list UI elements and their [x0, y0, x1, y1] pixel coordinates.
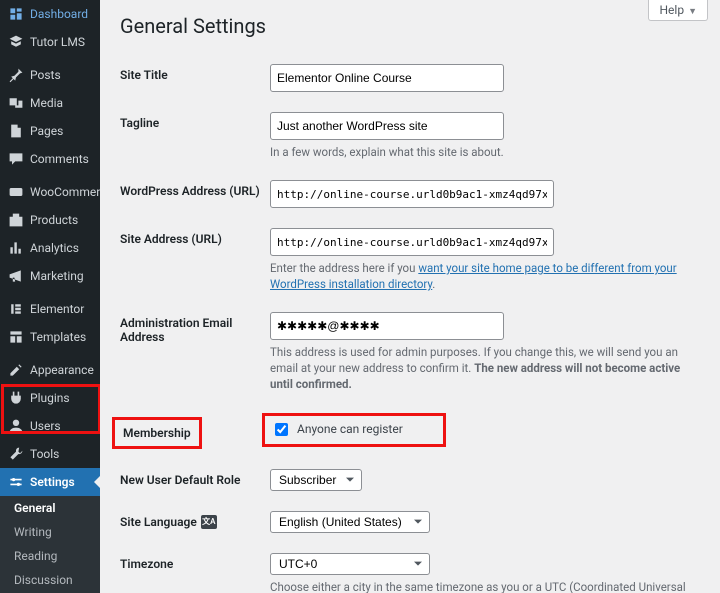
page-icon [8, 123, 24, 139]
help-tab[interactable]: Help ▼ [648, 0, 708, 21]
sidebar-item-label: WooCommerce [30, 185, 100, 199]
sidebar-item-label: Users [30, 419, 61, 433]
media-icon [8, 95, 24, 111]
sidebar-item-templates[interactable]: Templates [0, 323, 100, 351]
marketing-icon [8, 268, 24, 284]
sidebar-item-products[interactable]: Products [0, 206, 100, 234]
sidebar-item-label: Analytics [30, 241, 79, 255]
sidebar-item-elementor[interactable]: Elementor [0, 295, 100, 323]
timezone-select[interactable]: UTC+0 [270, 553, 430, 575]
sidebar-item-label: Appearance [30, 363, 94, 377]
label-wp-url: WordPress Address (URL) [120, 172, 270, 220]
default-role-select[interactable]: Subscriber [270, 469, 362, 491]
dashboard-icon [8, 6, 24, 22]
users-icon [8, 418, 24, 434]
submenu-label: Writing [14, 525, 52, 539]
submenu-label: Discussion [14, 573, 73, 587]
membership-checkbox[interactable] [275, 423, 288, 436]
comment-icon [8, 151, 24, 167]
sidebar-item-media[interactable]: Media [0, 89, 100, 117]
label-site-title: Site Title [120, 56, 270, 104]
label-membership: Membership [123, 426, 191, 440]
sidebar-item-posts[interactable]: Posts [0, 61, 100, 89]
page-title: General Settings [120, 14, 700, 38]
submenu-reading[interactable]: Reading [0, 544, 100, 568]
membership-checkbox-label[interactable]: Anyone can register [271, 420, 403, 439]
sidebar-item-label: Products [30, 213, 78, 227]
content-area: Help ▼ General Settings Site Title Taglin… [100, 0, 720, 593]
sidebar-item-tools[interactable]: Tools [0, 440, 100, 468]
wp-url-input[interactable] [270, 180, 554, 208]
checkbox-text: Anyone can register [297, 422, 403, 436]
sidebar-item-comments[interactable]: Comments [0, 145, 100, 173]
settings-form: Site Title Tagline In a few words, expla… [120, 56, 700, 593]
tagline-input[interactable] [270, 112, 504, 140]
admin-sidebar: Dashboard Tutor LMS Posts Media Pages Co… [0, 0, 100, 593]
site-title-input[interactable] [270, 64, 504, 92]
sidebar-item-analytics[interactable]: Analytics [0, 234, 100, 262]
sidebar-item-label: Tools [30, 447, 59, 461]
sidebar-item-label: Settings [30, 475, 75, 489]
sidebar-item-appearance[interactable]: Appearance [0, 356, 100, 384]
submenu-discussion[interactable]: Discussion [0, 568, 100, 592]
sidebar-item-label: Posts [30, 68, 61, 82]
sidebar-item-label: Templates [30, 330, 86, 344]
tutor-icon [8, 34, 24, 50]
submenu-label: Reading [14, 549, 57, 563]
site-lang-select[interactable]: English (United States) [270, 511, 430, 533]
label-tagline: Tagline [120, 104, 270, 172]
label-text: Site Language [120, 515, 197, 529]
woo-icon [8, 184, 24, 200]
pin-icon [8, 67, 24, 83]
chevron-down-icon: ▼ [688, 7, 697, 17]
site-url-input[interactable] [270, 228, 554, 256]
label-site-url: Site Address (URL) [120, 220, 270, 304]
submenu-writing[interactable]: Writing [0, 520, 100, 544]
sidebar-item-label: Media [30, 96, 63, 110]
templates-icon [8, 329, 24, 345]
sidebar-item-label: Pages [30, 124, 63, 138]
sidebar-item-label: Tutor LMS [30, 35, 85, 49]
sidebar-item-label: Comments [30, 152, 89, 166]
submenu-label: General [14, 501, 55, 515]
desc-text: . [432, 277, 435, 291]
admin-email-input[interactable] [270, 312, 504, 340]
highlight-box-membership-field: Anyone can register [262, 413, 446, 447]
settings-submenu: General Writing Reading Discussion Media… [0, 496, 100, 593]
highlight-box-membership-label: Membership [112, 417, 202, 449]
sidebar-item-users[interactable]: Users [0, 412, 100, 440]
sidebar-item-label: Elementor [30, 302, 84, 316]
label-default-role: New User Default Role [120, 461, 270, 503]
submenu-general[interactable]: General [0, 496, 100, 520]
help-label: Help [659, 3, 684, 17]
tagline-desc: In a few words, explain what this site i… [270, 144, 700, 160]
analytics-icon [8, 240, 24, 256]
elementor-icon [8, 301, 24, 317]
sidebar-item-label: Plugins [30, 391, 70, 405]
plugin-icon [8, 390, 24, 406]
timezone-desc: Choose either a city in the same timezon… [270, 579, 700, 593]
sidebar-item-settings[interactable]: Settings [0, 468, 100, 496]
sidebar-item-marketing[interactable]: Marketing [0, 262, 100, 290]
sidebar-item-plugins[interactable]: Plugins [0, 384, 100, 412]
sidebar-item-label: Dashboard [30, 7, 88, 21]
label-site-lang: Site Language 文A [120, 503, 270, 545]
settings-icon [8, 474, 24, 490]
label-admin-email: Administration Email Address [120, 304, 270, 404]
site-url-desc: Enter the address here if you want your … [270, 260, 700, 292]
appearance-icon [8, 362, 24, 378]
sidebar-item-pages[interactable]: Pages [0, 117, 100, 145]
sidebar-item-woocommerce[interactable]: WooCommerce [0, 178, 100, 206]
tools-icon [8, 446, 24, 462]
sidebar-item-label: Marketing [30, 269, 84, 283]
translate-icon: 文A [201, 515, 217, 529]
admin-email-desc: This address is used for admin purposes.… [270, 344, 700, 392]
desc-text: Enter the address here if you [270, 261, 418, 275]
sidebar-item-dashboard[interactable]: Dashboard [0, 0, 100, 28]
products-icon [8, 212, 24, 228]
label-timezone: Timezone [120, 545, 270, 593]
sidebar-item-tutor-lms[interactable]: Tutor LMS [0, 28, 100, 56]
